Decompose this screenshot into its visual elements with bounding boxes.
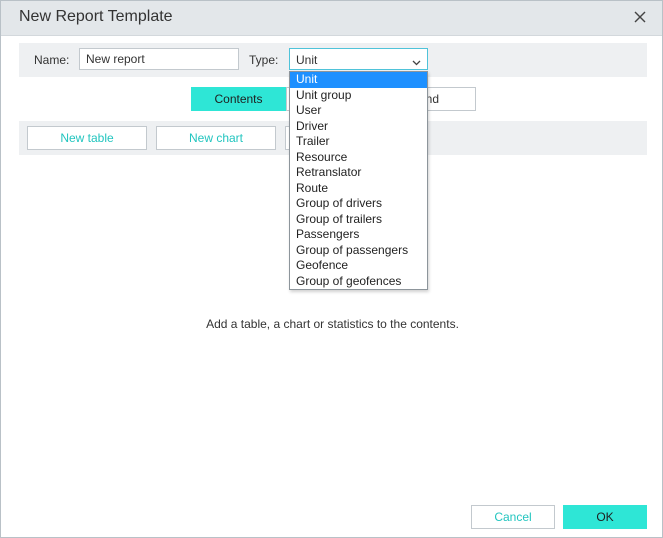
type-option-retranslator[interactable]: Retranslator — [290, 165, 427, 181]
type-option-group-of-geofences[interactable]: Group of geofences — [290, 274, 427, 290]
type-option-unit-group[interactable]: Unit group — [290, 88, 427, 104]
type-option-resource[interactable]: Resource — [290, 150, 427, 166]
name-input[interactable] — [79, 48, 239, 70]
type-option-group-of-trailers[interactable]: Group of trailers — [290, 212, 427, 228]
tab-contents[interactable]: Contents — [191, 87, 286, 111]
type-label: Type: — [249, 53, 279, 67]
type-option-unit[interactable]: Unit — [290, 72, 427, 88]
cancel-button[interactable]: Cancel — [471, 505, 555, 529]
type-select[interactable]: Unit — [289, 48, 428, 70]
chevron-down-icon — [412, 55, 421, 69]
type-dropdown-list: Unit Unit group User Driver Trailer Reso… — [289, 71, 428, 290]
dialog-title: New Report Template — [19, 8, 173, 25]
dialog-titlebar: New Report Template — [1, 1, 662, 36]
type-option-route[interactable]: Route — [290, 181, 427, 197]
report-template-dialog: New Report Template Name: Type: Unit Con… — [0, 0, 663, 538]
type-option-group-of-drivers[interactable]: Group of drivers — [290, 196, 427, 212]
type-option-trailer[interactable]: Trailer — [290, 134, 427, 150]
new-table-button[interactable]: New table — [27, 126, 147, 150]
type-select-value: Unit — [296, 53, 318, 67]
type-option-group-of-passengers[interactable]: Group of passengers — [290, 243, 427, 259]
ok-button[interactable]: OK — [563, 505, 647, 529]
close-icon[interactable] — [632, 9, 648, 25]
type-option-driver[interactable]: Driver — [290, 119, 427, 135]
type-option-geofence[interactable]: Geofence — [290, 258, 427, 274]
name-label: Name: — [34, 53, 70, 67]
new-chart-button[interactable]: New chart — [156, 126, 276, 150]
empty-contents-message: Add a table, a chart or statistics to th… — [206, 317, 459, 331]
type-option-user[interactable]: User — [290, 103, 427, 119]
type-option-passengers[interactable]: Passengers — [290, 227, 427, 243]
